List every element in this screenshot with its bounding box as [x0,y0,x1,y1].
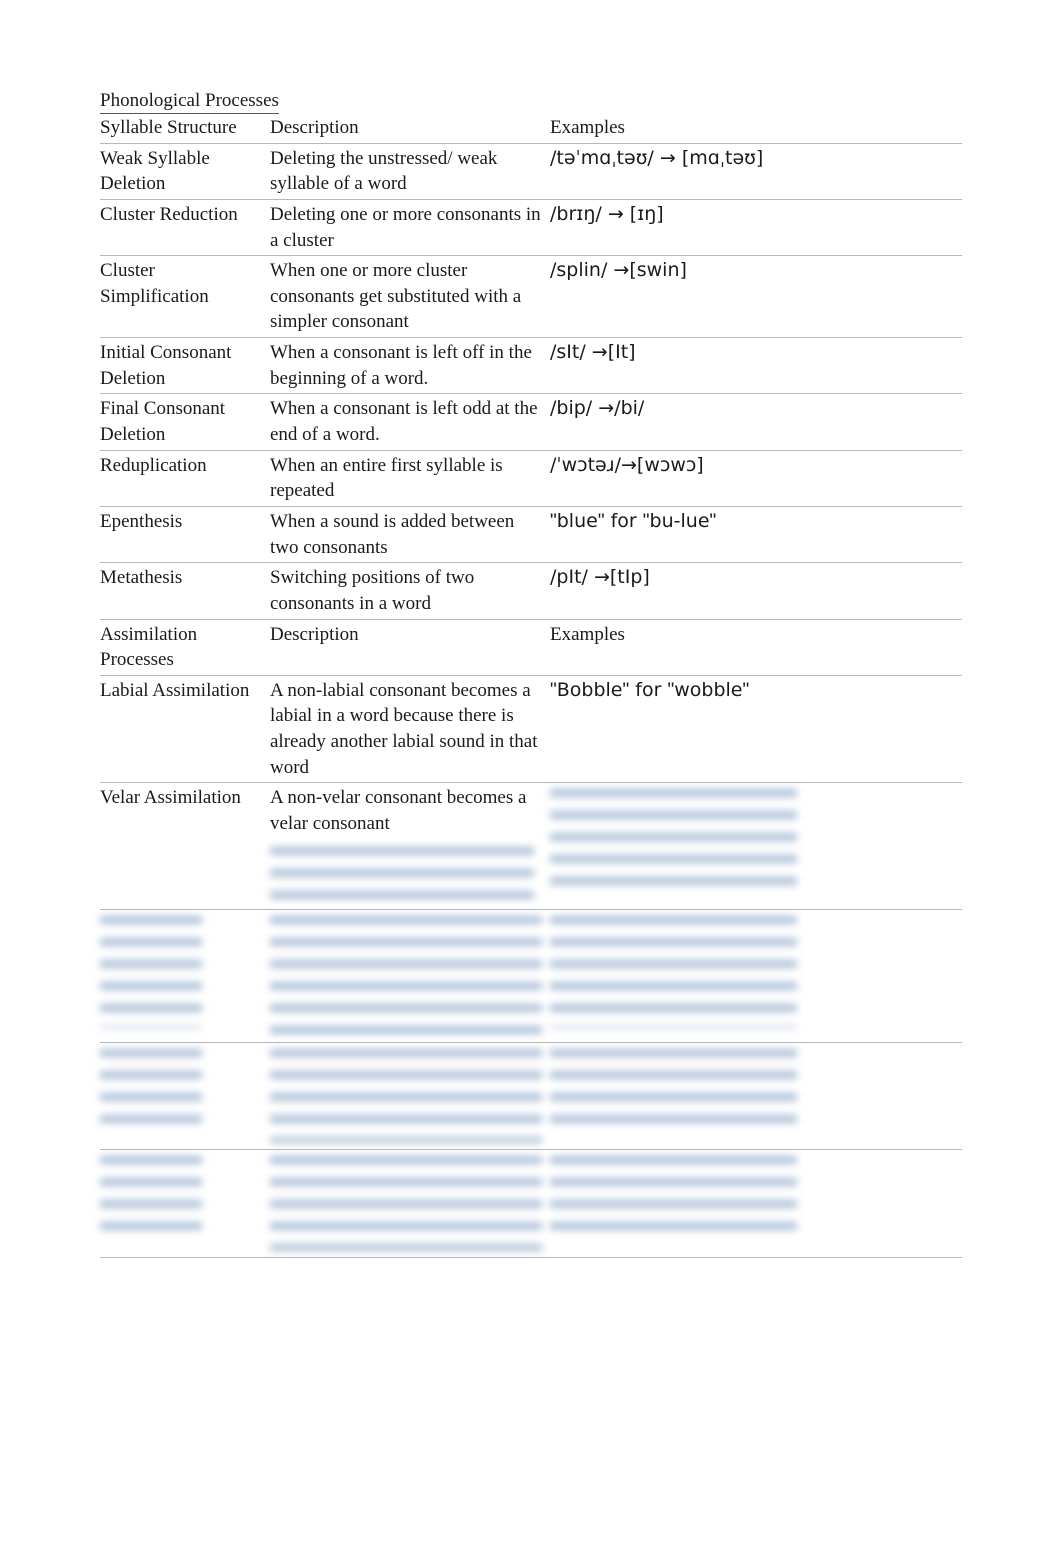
example-cell: "blue" for "bu-lue" [550,506,962,562]
table-row: Cluster ReductionDeleting one or more co… [100,199,962,255]
description-cell: A non-velar consonant becomes a velar co… [270,783,550,909]
description-cell: When one or more cluster consonants get … [270,256,550,338]
term-cell: ██████ ██████ [100,1150,270,1258]
description-cell: When an entire first syllable is repeate… [270,450,550,506]
description-cell: ████████████████ ████████████████ ██████… [270,1042,550,1150]
example-cell: ██████ ██████ [550,1042,962,1150]
section-header-row: Assimilation ProcessesDescriptionExample… [100,619,962,675]
term-cell: Reduplication [100,450,270,506]
page-title: Phonological Processes [100,90,279,114]
description-cell: When a sound is added between two conson… [270,506,550,562]
description-cell: Deleting one or more consonants in a clu… [270,199,550,255]
table-row: Velar AssimilationA non-velar consonant … [100,783,962,909]
table-row: ██████ ██████████████████████ ██████████… [100,1150,962,1258]
term-cell: ██████ ██████ [100,1042,270,1150]
table-row: Cluster SimplificationWhen one or more c… [100,256,962,338]
section-header-row: Syllable StructureDescriptionExamples [100,113,962,143]
description-cell: When a consonant is left off in the begi… [270,338,550,394]
section-header-term: Syllable Structure [100,113,270,143]
term-cell: Cluster Simplification [100,256,270,338]
description-cell: When a consonant is left odd at the end … [270,394,550,450]
example-cell: /bip/ →/bi/ [550,394,962,450]
table-row: EpenthesisWhen a sound is added between … [100,506,962,562]
example-cell: ██████ ██████ [550,1150,962,1258]
section-header-examples: Examples [550,619,962,675]
term-cell: Initial Consonant Deletion [100,338,270,394]
section-header-desc: Description [270,113,550,143]
description-cell: Switching positions of two consonants in… [270,563,550,619]
table-row: Labial AssimilationA non-labial consonan… [100,675,962,783]
example-cell: ██████ ██████ [550,783,962,909]
description-cell: A non-labial consonant becomes a labial … [270,675,550,783]
table-row: Initial Consonant DeletionWhen a consona… [100,338,962,394]
example-cell: /ˈwɔtəɹ/→[wɔwɔ] [550,450,962,506]
term-cell: Velar Assimilation [100,783,270,909]
example-cell: /təˈmɑˌtəʊ/ → [mɑˌtəʊ] [550,143,962,199]
example-cell: ██████ ██████ [550,909,962,1042]
section-header-desc: Description [270,619,550,675]
table-row: ██████ ██████████████████████ ██████████… [100,909,962,1042]
table-row: ReduplicationWhen an entire first syllab… [100,450,962,506]
example-cell: /brɪŋ/ → [ɪŋ] [550,199,962,255]
document-page: Phonological Processes Syllable Structur… [0,0,1062,1348]
term-cell: Weak Syllable Deletion [100,143,270,199]
section-header-examples: Examples [550,113,962,143]
term-cell: Epenthesis [100,506,270,562]
phonological-table: Syllable StructureDescriptionExamplesWea… [100,113,962,1258]
description-cell: ████████████████ ████████████████ ██████… [270,909,550,1042]
section-header-term: Assimilation Processes [100,619,270,675]
table-row: Final Consonant DeletionWhen a consonant… [100,394,962,450]
table-row: ██████ ██████████████████████ ██████████… [100,1042,962,1150]
description-cell: ████████████████ ████████████████ ██████… [270,1150,550,1258]
example-cell: "Bobble" for "wobble" [550,675,962,783]
term-cell: Labial Assimilation [100,675,270,783]
description-cell: Deleting the unstressed/ weak syllable o… [270,143,550,199]
term-cell: Final Consonant Deletion [100,394,270,450]
table-row: Weak Syllable DeletionDeleting the unstr… [100,143,962,199]
example-cell: /splin/ →[swin] [550,256,962,338]
term-cell: Metathesis [100,563,270,619]
example-cell: /pIt/ →[tIp] [550,563,962,619]
table-row: MetathesisSwitching positions of two con… [100,563,962,619]
term-cell: Cluster Reduction [100,199,270,255]
example-cell: /sIt/ →[It] [550,338,962,394]
term-cell: ██████ ██████ [100,909,270,1042]
